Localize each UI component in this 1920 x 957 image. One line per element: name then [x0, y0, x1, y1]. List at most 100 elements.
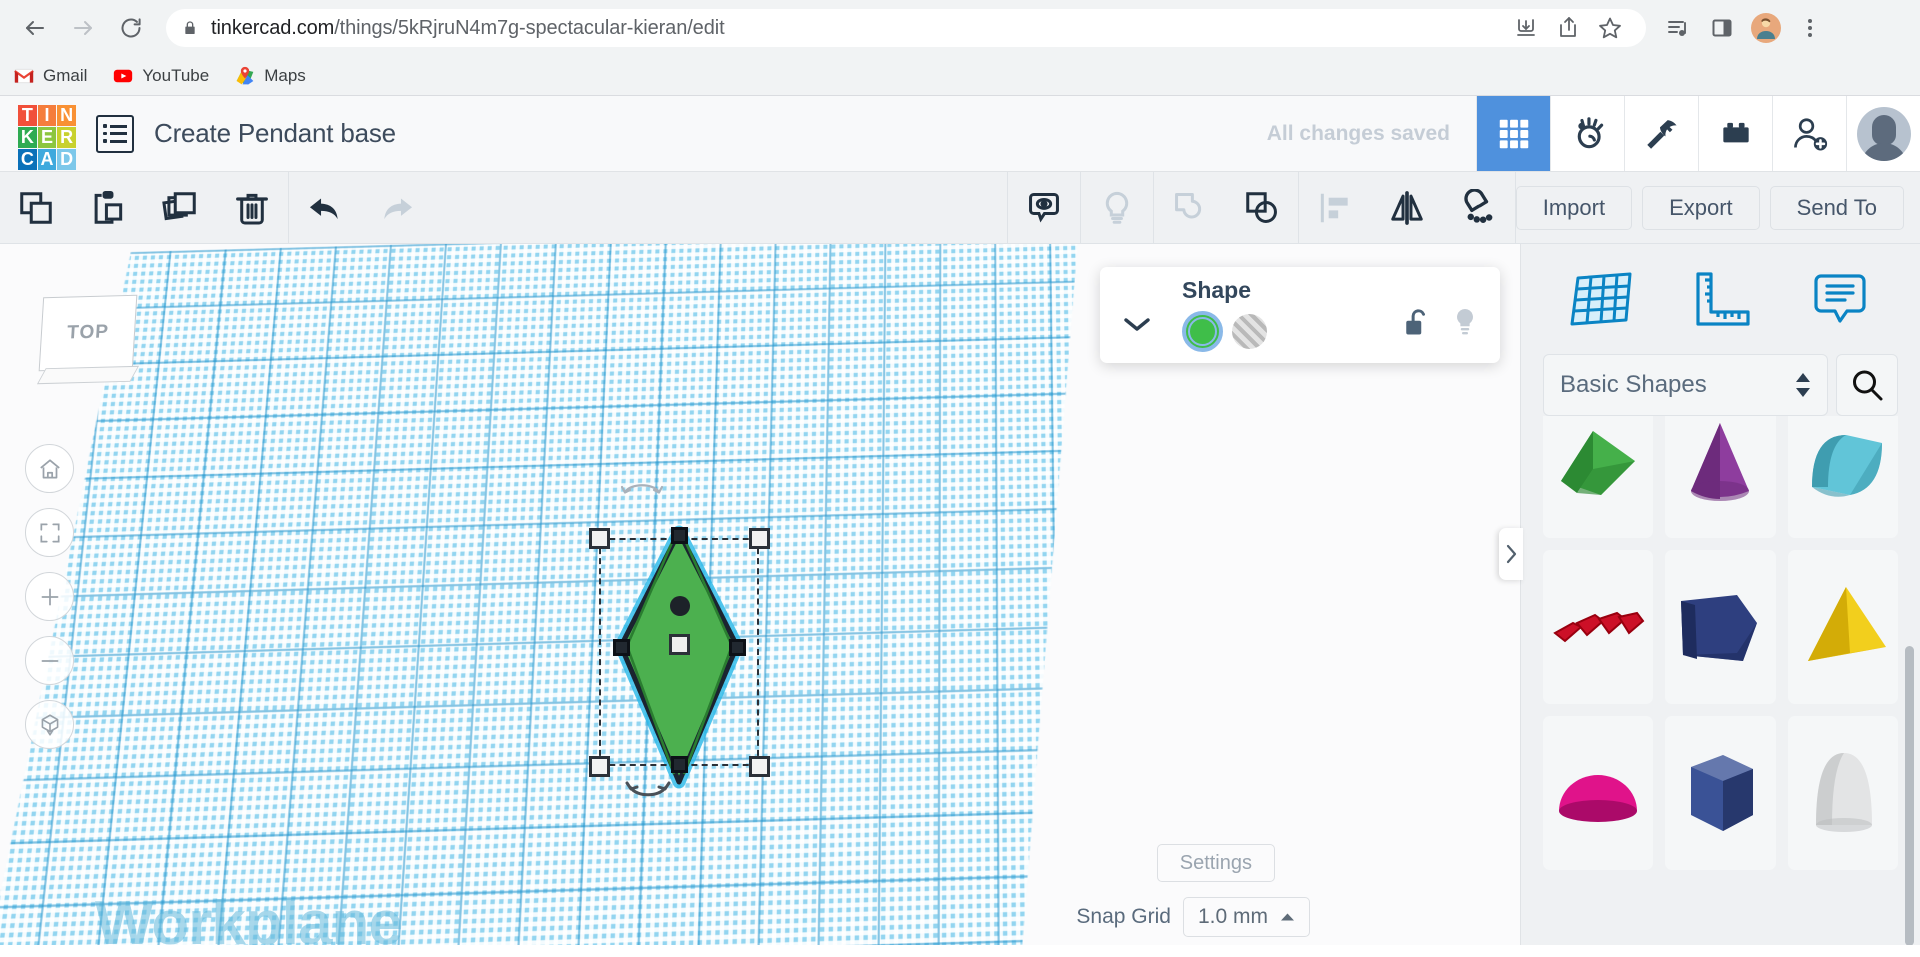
wedge-shape-icon	[1561, 431, 1636, 495]
shape-light-button[interactable]	[1450, 305, 1480, 344]
forward-arrow-icon	[74, 21, 92, 35]
align-button[interactable]	[1299, 172, 1371, 243]
url-text: tinkercad.com/things/5kRjruN4m7g-spectac…	[211, 17, 725, 40]
selected-shape-group[interactable]	[585, 484, 825, 844]
align-icon	[1320, 193, 1348, 222]
panel-scrollbar[interactable]	[1905, 646, 1914, 945]
view-cube-top-face[interactable]: TOP	[38, 294, 138, 372]
workplane-tool-button[interactable]	[1568, 268, 1634, 330]
export-button[interactable]: Export	[1642, 185, 1760, 230]
light-button[interactable]	[1081, 172, 1153, 243]
browser-menu-button[interactable]	[1790, 8, 1830, 48]
logo-tile-r: R	[57, 126, 76, 148]
undo-button[interactable]	[289, 172, 361, 243]
half-cylinder-shape[interactable]	[1787, 416, 1898, 538]
redo-button[interactable]	[361, 172, 433, 243]
shape-properties-popup[interactable]: Shape	[1100, 267, 1500, 363]
ruler-tool-button[interactable]	[1687, 268, 1753, 330]
profile-button[interactable]	[1746, 8, 1786, 48]
send-to-button[interactable]: Send To	[1769, 185, 1904, 230]
text-shape[interactable]	[1543, 550, 1654, 704]
settings-button[interactable]: Settings	[1156, 844, 1275, 882]
tab-blocks[interactable]	[1698, 96, 1772, 171]
user-avatar-button[interactable]	[1846, 96, 1920, 171]
reload-button[interactable]	[110, 7, 152, 49]
back-button[interactable]	[14, 7, 56, 49]
paste-button[interactable]	[72, 172, 144, 243]
view-cube-front-face[interactable]	[36, 365, 140, 385]
main-area: Workplane TOP Shape Settings Snap Grid 1…	[0, 244, 1920, 945]
tab-minecraft[interactable]	[1624, 96, 1698, 171]
ungroup-button[interactable]	[1154, 172, 1226, 243]
search-icon	[1853, 370, 1883, 401]
pyramid-shape-icon	[1807, 587, 1886, 661]
bookmark-youtube[interactable]: YouTube	[113, 66, 209, 86]
download-button[interactable]	[1506, 8, 1546, 48]
rotate-handle-top[interactable]	[619, 476, 665, 507]
vertex-handle-left[interactable]	[613, 639, 630, 656]
lock-toggle-button[interactable]	[1400, 305, 1430, 344]
copy-button[interactable]	[0, 172, 72, 243]
unlock-icon	[1406, 309, 1425, 335]
resize-handle-top-right[interactable]	[749, 528, 770, 549]
perspective-toggle-button[interactable]	[25, 700, 74, 749]
rotate-handle-bottom[interactable]	[625, 776, 671, 807]
vertex-handle-top[interactable]	[671, 527, 688, 544]
view-cube-label: TOP	[66, 321, 110, 344]
resize-handle-top-left[interactable]	[589, 528, 610, 549]
duplicate-button[interactable]	[144, 172, 216, 243]
bookmark-button[interactable]	[1590, 8, 1630, 48]
resize-handle-bottom-right[interactable]	[749, 756, 770, 777]
bookmark-gmail[interactable]: Gmail	[14, 66, 87, 86]
paraboloid-shape[interactable]	[1787, 716, 1898, 870]
panel-collapse-button[interactable]	[1499, 528, 1523, 580]
tab-3d-design[interactable]	[1476, 96, 1550, 171]
hexagonal-prism-shape[interactable]	[1665, 716, 1776, 870]
browser-chrome: tinkercad.com/things/5kRjruN4m7g-spectac…	[0, 0, 1920, 96]
import-button[interactable]: Import	[1515, 185, 1633, 230]
zoom-out-button[interactable]	[25, 636, 74, 685]
shape-search-button[interactable]	[1836, 354, 1898, 416]
resize-handle-bottom-left[interactable]	[589, 756, 610, 777]
pyramid-shape[interactable]	[1787, 550, 1898, 704]
vertex-handle-right[interactable]	[729, 639, 746, 656]
bookmark-maps[interactable]: Maps	[235, 66, 306, 86]
delete-button[interactable]	[216, 172, 288, 243]
vertex-handle-bottom[interactable]	[671, 756, 688, 773]
height-handle[interactable]	[670, 596, 690, 616]
view-cube[interactable]: TOP	[36, 294, 140, 396]
wedge-shape[interactable]	[1543, 416, 1654, 538]
forward-button[interactable]	[62, 7, 104, 49]
notes-tool-button[interactable]	[1807, 268, 1873, 330]
shape-popup-collapse-button[interactable]	[1120, 313, 1154, 340]
cone-shape[interactable]	[1665, 416, 1776, 538]
shape-library-dropdown[interactable]: Basic Shapes	[1543, 354, 1828, 416]
hole-swatch[interactable]	[1232, 314, 1267, 349]
half-sphere-shape[interactable]	[1543, 716, 1654, 870]
move-handle[interactable]	[669, 634, 690, 655]
tab-circuits[interactable]	[1550, 96, 1624, 171]
page-title: Create Pendant base	[154, 118, 396, 148]
media-button[interactable]	[1658, 8, 1698, 48]
project-menu-button[interactable]	[96, 114, 134, 153]
fit-view-button[interactable]	[25, 508, 74, 557]
polygon-prism-shape[interactable]	[1665, 550, 1776, 704]
home-view-button[interactable]	[25, 444, 74, 493]
snap-magnet-button[interactable]	[1443, 172, 1515, 243]
address-bar[interactable]: tinkercad.com/things/5kRjruN4m7g-spectac…	[166, 9, 1646, 47]
tinkercad-logo[interactable]: TINKERCAD	[18, 104, 76, 170]
mirror-button[interactable]	[1371, 172, 1443, 243]
workplane-grid[interactable]	[0, 244, 1092, 945]
3d-viewport[interactable]: Workplane TOP Shape Settings Snap Grid 1…	[0, 244, 1520, 945]
solid-swatch[interactable]	[1182, 311, 1223, 352]
shape-type-swatches	[1182, 311, 1267, 352]
group-button[interactable]	[1226, 172, 1298, 243]
shape-library-grid-area[interactable]	[1521, 416, 1920, 945]
share-icon	[1560, 17, 1576, 37]
zoom-in-button[interactable]	[25, 572, 74, 621]
snap-grid-dropdown[interactable]: 1.0 mm	[1182, 897, 1310, 937]
side-panel-button[interactable]	[1702, 8, 1742, 48]
show-hide-button[interactable]	[1008, 172, 1080, 243]
share-button[interactable]	[1548, 8, 1588, 48]
tab-invite[interactable]	[1772, 96, 1846, 171]
